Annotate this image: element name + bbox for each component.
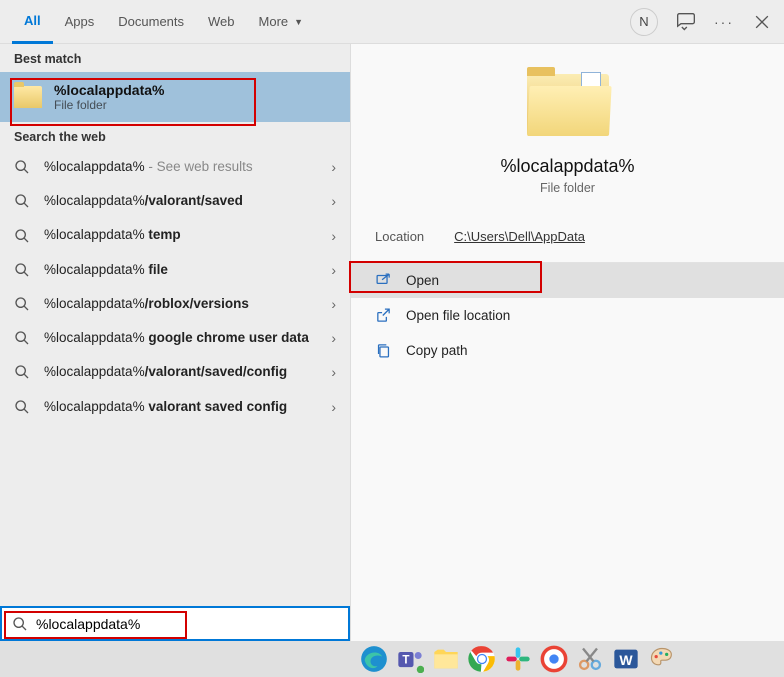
search-icon: [14, 296, 32, 312]
search-input[interactable]: [36, 616, 338, 632]
results-panel: Best match %localappdata% File folder Se…: [0, 44, 350, 641]
chevron-right-icon: ›: [331, 296, 336, 312]
search-bar[interactable]: [0, 606, 350, 641]
tab-more[interactable]: More ▼: [247, 0, 316, 44]
action-open[interactable]: Open: [351, 263, 784, 298]
chevron-right-icon: ›: [331, 262, 336, 278]
chevron-right-icon: ›: [331, 193, 336, 209]
top-tab-bar: All Apps Documents Web More ▼ N ···: [0, 0, 784, 44]
web-result-item[interactable]: %localappdata% file ›: [0, 253, 350, 287]
best-match-item[interactable]: %localappdata% File folder: [0, 72, 350, 122]
web-result-item[interactable]: %localappdata% valorant saved config ›: [0, 390, 350, 424]
taskbar-slack-icon[interactable]: [504, 645, 532, 673]
best-match-title: %localappdata%: [54, 82, 164, 98]
details-subtitle: File folder: [351, 181, 784, 195]
web-result-item[interactable]: %localappdata% google chrome user data ›: [0, 321, 350, 355]
taskbar-paint-icon[interactable]: [648, 645, 676, 673]
folder-icon: [14, 86, 42, 108]
tab-web[interactable]: Web: [196, 0, 247, 44]
web-result-item[interactable]: %localappdata%/roblox/versions ›: [0, 287, 350, 321]
web-result-item[interactable]: %localappdata%/valorant/saved/config ›: [0, 355, 350, 389]
search-icon: [14, 330, 32, 346]
search-icon: [14, 193, 32, 209]
more-icon[interactable]: ···: [714, 12, 734, 32]
best-match-subtitle: File folder: [54, 98, 164, 112]
folder-icon: [527, 74, 609, 136]
search-icon: [14, 399, 32, 415]
web-result-label: %localappdata%/valorant/saved: [44, 192, 319, 210]
search-web-header: Search the web: [0, 122, 350, 150]
details-title: %localappdata%: [351, 156, 784, 177]
tab-documents[interactable]: Documents: [106, 0, 196, 44]
web-result-item[interactable]: %localappdata% temp ›: [0, 218, 350, 252]
web-result-label: %localappdata% google chrome user data: [44, 329, 319, 347]
feedback-icon[interactable]: [676, 12, 696, 32]
search-icon: [14, 228, 32, 244]
search-icon: [14, 262, 32, 278]
taskbar-edge-icon[interactable]: [360, 645, 388, 673]
taskbar-teams-icon[interactable]: T: [396, 645, 424, 673]
svg-text:W: W: [619, 652, 633, 668]
web-result-label: %localappdata%/roblox/versions: [44, 295, 319, 313]
details-panel: %localappdata% File folder Location C:\U…: [350, 44, 784, 641]
search-icon: [14, 364, 32, 380]
user-avatar[interactable]: N: [630, 8, 658, 36]
web-result-label: %localappdata%/valorant/saved/config: [44, 363, 319, 381]
search-icon: [12, 616, 28, 632]
tab-all[interactable]: All: [12, 0, 53, 44]
chevron-right-icon: ›: [331, 364, 336, 380]
location-link[interactable]: C:\Users\Dell\AppData: [454, 229, 585, 244]
search-icon: [14, 159, 32, 175]
web-result-label: %localappdata% valorant saved config: [44, 398, 319, 416]
chevron-right-icon: ›: [331, 159, 336, 175]
chevron-right-icon: ›: [331, 228, 336, 244]
tab-apps[interactable]: Apps: [53, 0, 107, 44]
action-copy-path[interactable]: Copy path: [351, 333, 784, 368]
taskbar-explorer-icon[interactable]: [432, 645, 460, 673]
action-open-location[interactable]: Open file location: [351, 298, 784, 333]
web-result-label: %localappdata% temp: [44, 226, 319, 244]
svg-text:T: T: [402, 654, 409, 667]
web-result-item[interactable]: %localappdata% - See web results ›: [0, 150, 350, 184]
taskbar: T W: [0, 641, 784, 677]
location-label: Location: [375, 229, 424, 244]
close-icon[interactable]: [752, 12, 772, 32]
web-result-label: %localappdata% - See web results: [44, 158, 319, 176]
chevron-right-icon: ›: [331, 330, 336, 346]
best-match-header: Best match: [0, 44, 350, 72]
chevron-right-icon: ›: [331, 399, 336, 415]
taskbar-snip-icon[interactable]: [576, 645, 604, 673]
taskbar-word-icon[interactable]: W: [612, 645, 640, 673]
chevron-down-icon: ▼: [294, 17, 303, 27]
taskbar-chrome-icon[interactable]: [468, 645, 496, 673]
web-result-item[interactable]: %localappdata%/valorant/saved ›: [0, 184, 350, 218]
web-result-label: %localappdata% file: [44, 261, 319, 279]
taskbar-chrome-alt-icon[interactable]: [540, 645, 568, 673]
